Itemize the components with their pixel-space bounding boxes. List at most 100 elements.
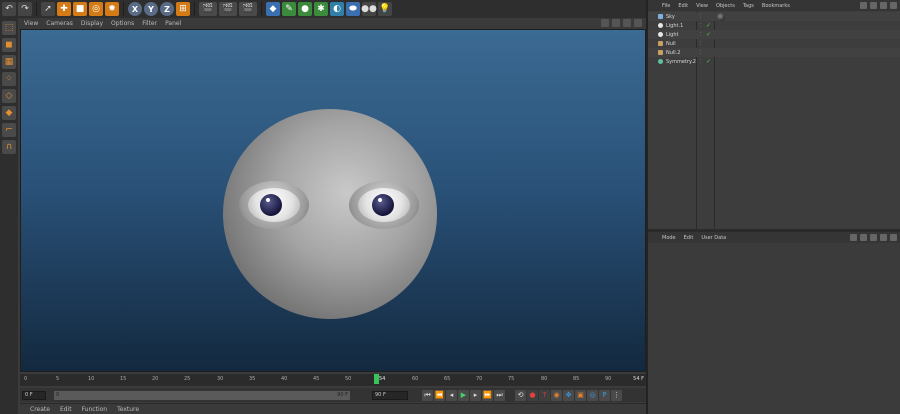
visibility-flag[interactable]: ⁚ xyxy=(700,59,702,65)
menu-function[interactable]: Function xyxy=(82,406,108,413)
coordinate-system-icon[interactable]: ⊞ xyxy=(176,2,190,16)
scale-icon[interactable]: ■ xyxy=(73,2,87,16)
z-axis-lock-button[interactable]: Z xyxy=(160,2,174,16)
zoom-icon[interactable] xyxy=(612,19,620,27)
viewport-menu-view[interactable]: View xyxy=(24,20,38,27)
model-mode-icon[interactable]: ◼ xyxy=(2,38,16,52)
new-panel-icon[interactable] xyxy=(880,2,887,9)
object-row[interactable]: Sky ⁚ xyxy=(648,12,900,21)
enabled-check-icon[interactable]: ✓ xyxy=(706,31,711,38)
search-icon[interactable] xyxy=(870,234,877,241)
menu-create[interactable]: Create xyxy=(30,406,50,413)
lock-icon[interactable] xyxy=(880,234,887,241)
visibility-flag[interactable]: ⁚ xyxy=(700,41,702,47)
pen-spline-icon[interactable]: ✎ xyxy=(282,2,296,16)
scale-key-icon[interactable]: ▣ xyxy=(575,389,586,401)
render-settings-icon[interactable]: 🎬 xyxy=(239,2,257,16)
timeline-ruler[interactable]: 0 5 10 15 20 25 30 35 40 45 50 54 60 65 … xyxy=(20,374,646,386)
record-active-objects-icon[interactable]: ● xyxy=(527,389,538,401)
viewport-menu-display[interactable]: Display xyxy=(81,20,103,27)
render-picture-viewer-icon[interactable]: 🎬 xyxy=(219,2,237,16)
point-level-animation-icon[interactable]: ⋮ xyxy=(611,389,622,401)
deformer-icon[interactable]: ◐ xyxy=(330,2,344,16)
axis-mode-icon[interactable]: ⌐ xyxy=(2,123,16,137)
move-icon[interactable]: ✚ xyxy=(57,2,71,16)
preview-range-slider[interactable]: 0 90 F xyxy=(54,390,350,400)
go-to-end-icon[interactable]: ⏭ xyxy=(494,389,505,401)
perspective-viewport[interactable] xyxy=(20,29,646,372)
filter-icon[interactable] xyxy=(870,2,877,9)
previous-frame-icon[interactable]: ◂ xyxy=(446,389,457,401)
am-menu-mode[interactable]: Mode xyxy=(662,235,676,241)
y-axis-lock-button[interactable]: Y xyxy=(144,2,158,16)
position-key-icon[interactable]: ✥ xyxy=(563,389,574,401)
light-icon[interactable]: 💡 xyxy=(378,2,392,16)
sphere-head-model[interactable] xyxy=(223,109,437,319)
menu-edit[interactable]: Edit xyxy=(60,406,72,413)
viewport-menu-cameras[interactable]: Cameras xyxy=(46,20,73,27)
object-row[interactable]: Light ⁚ ✓ xyxy=(648,30,900,39)
redo-icon[interactable]: ↷ xyxy=(18,2,32,16)
lock-icon[interactable] xyxy=(890,2,897,9)
autokeying-icon[interactable]: ? xyxy=(539,389,550,401)
search-icon[interactable] xyxy=(860,2,867,9)
up-arrow-icon[interactable] xyxy=(860,234,867,241)
sky-material-tag-icon[interactable] xyxy=(717,12,725,21)
motion-recording-icon[interactable]: ⟲ xyxy=(515,389,526,401)
orbit-icon[interactable] xyxy=(623,19,631,27)
parameter-key-icon[interactable]: P xyxy=(599,389,610,401)
visibility-flag[interactable]: ⁚ xyxy=(700,23,702,29)
undo-icon[interactable]: ↶ xyxy=(2,2,16,16)
menu-texture[interactable]: Texture xyxy=(117,406,139,413)
am-menu-edit[interactable]: Edit xyxy=(684,235,694,241)
om-menu-edit[interactable]: Edit xyxy=(678,3,688,9)
pan-icon[interactable] xyxy=(601,19,609,27)
back-arrow-icon[interactable] xyxy=(850,234,857,241)
object-row[interactable]: Symmetry.2 ⁚ ✓ xyxy=(648,57,900,66)
cloner-icon[interactable]: ✱ xyxy=(314,2,328,16)
make-editable-icon[interactable]: ⬚ xyxy=(2,21,16,35)
visibility-flag[interactable]: ⁚ xyxy=(700,32,702,38)
render-view-icon[interactable]: 🎬 xyxy=(199,2,217,16)
om-menu-tags[interactable]: Tags xyxy=(743,3,754,9)
start-frame-field[interactable]: 0 F xyxy=(22,390,46,400)
previous-key-icon[interactable]: ⏪ xyxy=(434,389,445,401)
floor-environment-icon[interactable]: ⬬ xyxy=(346,2,360,16)
subdivision-generator-icon[interactable]: ● xyxy=(298,2,312,16)
texture-mode-icon[interactable]: ▦ xyxy=(2,55,16,69)
om-menu-view[interactable]: View xyxy=(696,3,708,9)
play-icon[interactable]: ▶ xyxy=(458,389,469,401)
camera-icon[interactable]: ●● xyxy=(361,2,377,16)
x-axis-lock-button[interactable]: X xyxy=(128,2,142,16)
om-menu-bookmarks[interactable]: Bookmarks xyxy=(762,3,790,9)
object-row[interactable]: Light.1 ⁚ ✓ xyxy=(648,21,900,30)
cube-primitive-icon[interactable]: ◆ xyxy=(266,2,280,16)
points-mode-icon[interactable]: ⁘ xyxy=(2,72,16,86)
keyframe-selection-icon[interactable]: ◉ xyxy=(551,389,562,401)
visibility-flag[interactable]: ⁚ xyxy=(700,14,702,20)
enabled-check-icon[interactable]: ✓ xyxy=(706,58,711,65)
polygons-mode-icon[interactable]: ◆ xyxy=(2,106,16,120)
recent-tool-icon[interactable]: ✹ xyxy=(105,2,119,16)
viewport-menu-panel[interactable]: Panel xyxy=(165,20,181,27)
viewport-menu-filter[interactable]: Filter xyxy=(142,20,157,27)
end-frame-field[interactable]: 90 F xyxy=(372,390,408,400)
rotation-key-icon[interactable]: ◎ xyxy=(587,389,598,401)
go-to-start-icon[interactable]: ⏮ xyxy=(422,389,433,401)
select-cursor-icon[interactable]: ➚ xyxy=(41,2,55,16)
object-row[interactable]: Null ⁚ xyxy=(648,39,900,48)
maximize-viewport-icon[interactable] xyxy=(634,19,642,27)
magnet-snap-icon[interactable]: ∩ xyxy=(2,140,16,154)
next-key-icon[interactable]: ⏩ xyxy=(482,389,493,401)
om-menu-objects[interactable]: Objects xyxy=(716,3,735,9)
next-frame-icon[interactable]: ▸ xyxy=(470,389,481,401)
viewport-menu-options[interactable]: Options xyxy=(111,20,134,27)
new-panel-icon[interactable] xyxy=(890,234,897,241)
rotate-icon[interactable]: ◎ xyxy=(89,2,103,16)
am-menu-user-data[interactable]: User Data xyxy=(701,235,726,241)
enabled-check-icon[interactable]: ✓ xyxy=(706,22,711,29)
om-menu-file[interactable]: File xyxy=(662,3,670,9)
object-row[interactable]: Null.2 ⁚ xyxy=(648,48,900,57)
visibility-flag[interactable]: ⁚ xyxy=(700,50,702,56)
edges-mode-icon[interactable]: ◇ xyxy=(2,89,16,103)
